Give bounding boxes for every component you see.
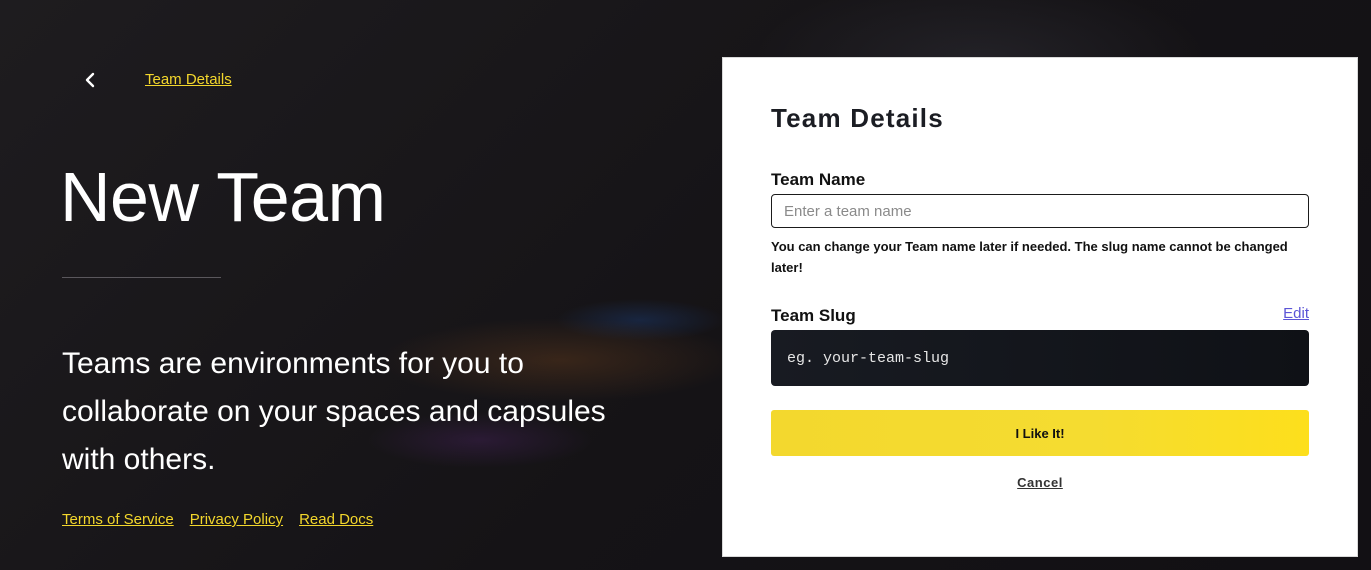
read-docs-link[interactable]: Read Docs — [299, 511, 373, 528]
cancel-link[interactable]: Cancel — [723, 475, 1357, 490]
team-slug-value: eg. your-team-slug — [787, 349, 950, 367]
privacy-policy-link[interactable]: Privacy Policy — [190, 511, 283, 528]
team-details-card: Team Details Team Name You can change yo… — [722, 57, 1358, 557]
team-slug-label: Team Slug — [771, 306, 856, 325]
title-divider — [62, 277, 221, 278]
page-description: Teams are environments for you to collab… — [62, 347, 606, 476]
i-like-it-button[interactable]: I Like It! — [771, 410, 1309, 456]
team-name-help-text: You can change your Team name later if n… — [771, 239, 1288, 275]
team-name-label: Team Name — [771, 170, 866, 189]
footer-links: Terms of Service Privacy Policy Read Doc… — [62, 511, 373, 528]
card-title: Team Details — [771, 103, 944, 133]
team-slug-field: eg. your-team-slug — [771, 330, 1309, 386]
page-title: New Team — [60, 158, 386, 236]
back-button[interactable] — [80, 68, 102, 92]
team-name-input[interactable] — [771, 194, 1309, 228]
breadcrumb-team-details[interactable]: Team Details — [145, 71, 232, 88]
chevron-left-icon — [85, 72, 95, 88]
edit-slug-link[interactable]: Edit — [1283, 305, 1309, 322]
terms-of-service-link[interactable]: Terms of Service — [62, 511, 174, 528]
